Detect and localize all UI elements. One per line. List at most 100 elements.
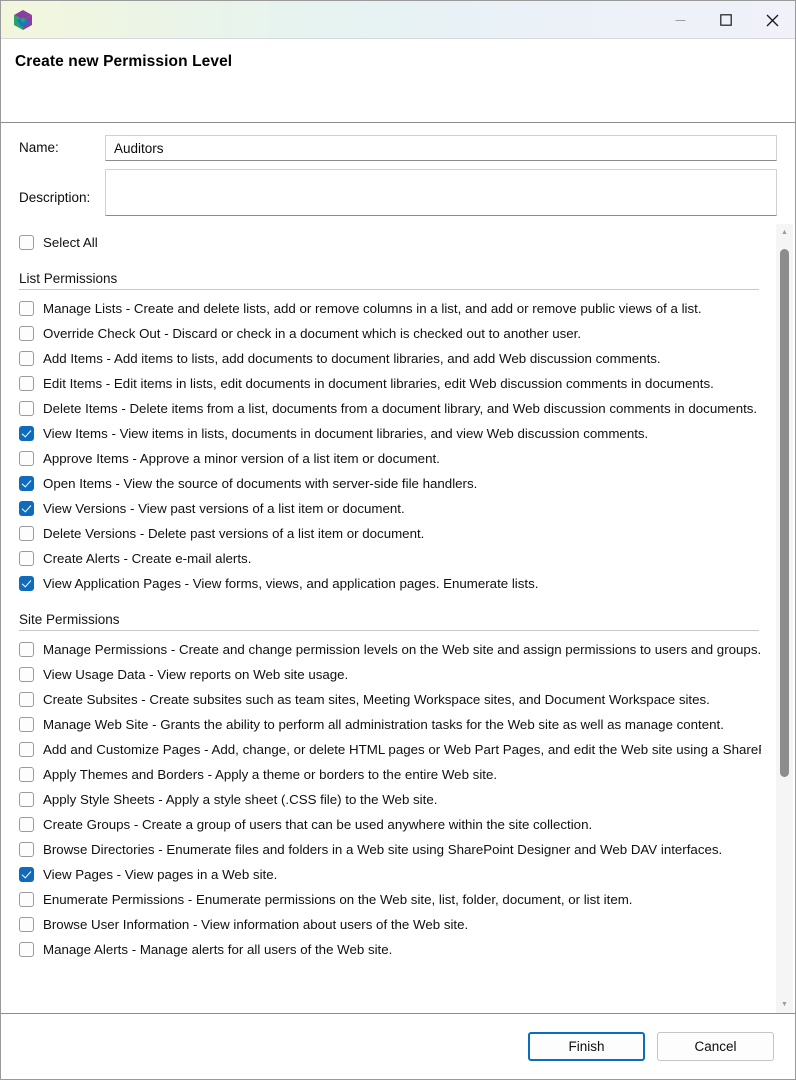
- description-label: Description:: [19, 169, 105, 205]
- permission-checkbox[interactable]: [19, 717, 34, 732]
- permission-row[interactable]: View Usage Data - View reports on Web si…: [19, 662, 761, 687]
- cube-logo-icon: [11, 8, 35, 32]
- description-input[interactable]: [105, 169, 777, 216]
- permission-label: Open Items - View the source of document…: [43, 475, 477, 492]
- permission-checkbox[interactable]: [19, 767, 34, 782]
- permission-checkbox[interactable]: [19, 426, 34, 441]
- permission-checkbox[interactable]: [19, 376, 34, 391]
- close-button[interactable]: [749, 1, 795, 39]
- permission-checkbox[interactable]: [19, 476, 34, 491]
- permission-checkbox[interactable]: [19, 576, 34, 591]
- permission-row[interactable]: Manage Alerts - Manage alerts for all us…: [19, 937, 761, 962]
- permission-row[interactable]: View Application Pages - View forms, vie…: [19, 571, 761, 596]
- permission-checkbox[interactable]: [19, 917, 34, 932]
- permission-checkbox[interactable]: [19, 817, 34, 832]
- cancel-button[interactable]: Cancel: [657, 1032, 774, 1061]
- window-controls: [657, 1, 795, 39]
- permission-row[interactable]: Delete Items - Delete items from a list,…: [19, 396, 761, 421]
- permission-label: View Usage Data - View reports on Web si…: [43, 666, 348, 683]
- section-divider: [19, 630, 759, 631]
- permission-label: Create Alerts - Create e-mail alerts.: [43, 550, 251, 567]
- permission-label: Add Items - Add items to lists, add docu…: [43, 350, 661, 367]
- permission-checkbox[interactable]: [19, 326, 34, 341]
- permission-checkbox[interactable]: [19, 792, 34, 807]
- permission-label: View Pages - View pages in a Web site.: [43, 866, 277, 883]
- permission-label: Manage Alerts - Manage alerts for all us…: [43, 941, 392, 958]
- permission-label: View Versions - View past versions of a …: [43, 500, 405, 517]
- finish-button[interactable]: Finish: [528, 1032, 645, 1061]
- permission-row[interactable]: Apply Themes and Borders - Apply a theme…: [19, 762, 761, 787]
- permission-checkbox[interactable]: [19, 867, 34, 882]
- permission-label: Approve Items - Approve a minor version …: [43, 450, 440, 467]
- permission-row[interactable]: Add Items - Add items to lists, add docu…: [19, 346, 761, 371]
- permission-row[interactable]: View Pages - View pages in a Web site.: [19, 862, 761, 887]
- permission-checkbox[interactable]: [19, 642, 34, 657]
- scroll-up-arrow-icon[interactable]: ▲: [776, 224, 793, 241]
- permission-checkbox[interactable]: [19, 401, 34, 416]
- permission-row[interactable]: Manage Permissions - Create and change p…: [19, 637, 761, 662]
- permission-checkbox[interactable]: [19, 451, 34, 466]
- permission-checkbox[interactable]: [19, 692, 34, 707]
- section-title: Site Permissions: [19, 612, 761, 627]
- permission-row[interactable]: Create Alerts - Create e-mail alerts.: [19, 546, 761, 571]
- create-permission-level-dialog: Create new Permission Level Name: Descri…: [0, 0, 796, 1080]
- permission-label: Browse Directories - Enumerate files and…: [43, 841, 722, 858]
- section-divider: [19, 289, 759, 290]
- permission-label: Manage Permissions - Create and change p…: [43, 641, 761, 658]
- dialog-footer: Finish Cancel: [1, 1014, 795, 1079]
- select-all-row[interactable]: Select All: [19, 230, 761, 255]
- permission-row[interactable]: Override Check Out - Discard or check in…: [19, 321, 761, 346]
- name-label: Name:: [19, 135, 105, 155]
- permission-row[interactable]: Browse User Information - View informati…: [19, 912, 761, 937]
- permission-checkbox[interactable]: [19, 551, 34, 566]
- permission-checkbox[interactable]: [19, 892, 34, 907]
- permission-row[interactable]: Create Subsites - Create subsites such a…: [19, 687, 761, 712]
- permission-checkbox[interactable]: [19, 842, 34, 857]
- permission-label: Create Subsites - Create subsites such a…: [43, 691, 710, 708]
- permission-label: Edit Items - Edit items in lists, edit d…: [43, 375, 714, 392]
- select-all-label: Select All: [43, 234, 98, 251]
- page-title: Create new Permission Level: [15, 53, 795, 71]
- permission-checkbox[interactable]: [19, 501, 34, 516]
- minimize-button[interactable]: [657, 1, 703, 39]
- permission-checkbox[interactable]: [19, 526, 34, 541]
- form-fields: Name: Description:: [1, 123, 795, 224]
- permission-row[interactable]: View Items - View items in lists, docume…: [19, 421, 761, 446]
- permission-row[interactable]: Browse Directories - Enumerate files and…: [19, 837, 761, 862]
- permission-checkbox[interactable]: [19, 301, 34, 316]
- permission-row[interactable]: Manage Lists - Create and delete lists, …: [19, 296, 761, 321]
- name-field-row: Name:: [19, 135, 777, 161]
- permission-label: Browse User Information - View informati…: [43, 916, 468, 933]
- permission-label: Apply Themes and Borders - Apply a theme…: [43, 766, 497, 783]
- maximize-button[interactable]: [703, 1, 749, 39]
- permission-row[interactable]: Approve Items - Approve a minor version …: [19, 446, 761, 471]
- permission-checkbox[interactable]: [19, 942, 34, 957]
- permission-label: Create Groups - Create a group of users …: [43, 816, 592, 833]
- permission-label: Delete Items - Delete items from a list,…: [43, 400, 757, 417]
- permission-label: Manage Web Site - Grants the ability to …: [43, 716, 724, 733]
- permission-row[interactable]: Manage Web Site - Grants the ability to …: [19, 712, 761, 737]
- title-bar: [1, 0, 795, 39]
- permission-label: Manage Lists - Create and delete lists, …: [43, 300, 702, 317]
- permission-row[interactable]: Apply Style Sheets - Apply a style sheet…: [19, 787, 761, 812]
- permission-row[interactable]: Open Items - View the source of document…: [19, 471, 761, 496]
- permission-label: View Items - View items in lists, docume…: [43, 425, 648, 442]
- scrollbar-track[interactable]: [776, 241, 793, 996]
- select-all-checkbox[interactable]: [19, 235, 34, 250]
- permission-checkbox[interactable]: [19, 742, 34, 757]
- permission-label: Add and Customize Pages - Add, change, o…: [43, 741, 761, 758]
- permission-row[interactable]: Create Groups - Create a group of users …: [19, 812, 761, 837]
- scroll-down-arrow-icon[interactable]: ▼: [776, 996, 793, 1013]
- permission-row[interactable]: Delete Versions - Delete past versions o…: [19, 521, 761, 546]
- permission-label: Override Check Out - Discard or check in…: [43, 325, 581, 342]
- permission-row[interactable]: View Versions - View past versions of a …: [19, 496, 761, 521]
- scrollbar-thumb[interactable]: [780, 249, 789, 778]
- permission-checkbox[interactable]: [19, 351, 34, 366]
- vertical-scrollbar[interactable]: ▲ ▼: [776, 224, 793, 1013]
- name-input[interactable]: [105, 135, 777, 161]
- permission-row[interactable]: Enumerate Permissions - Enumerate permis…: [19, 887, 761, 912]
- permission-label: Apply Style Sheets - Apply a style sheet…: [43, 791, 437, 808]
- permission-checkbox[interactable]: [19, 667, 34, 682]
- permission-row[interactable]: Add and Customize Pages - Add, change, o…: [19, 737, 761, 762]
- permission-row[interactable]: Edit Items - Edit items in lists, edit d…: [19, 371, 761, 396]
